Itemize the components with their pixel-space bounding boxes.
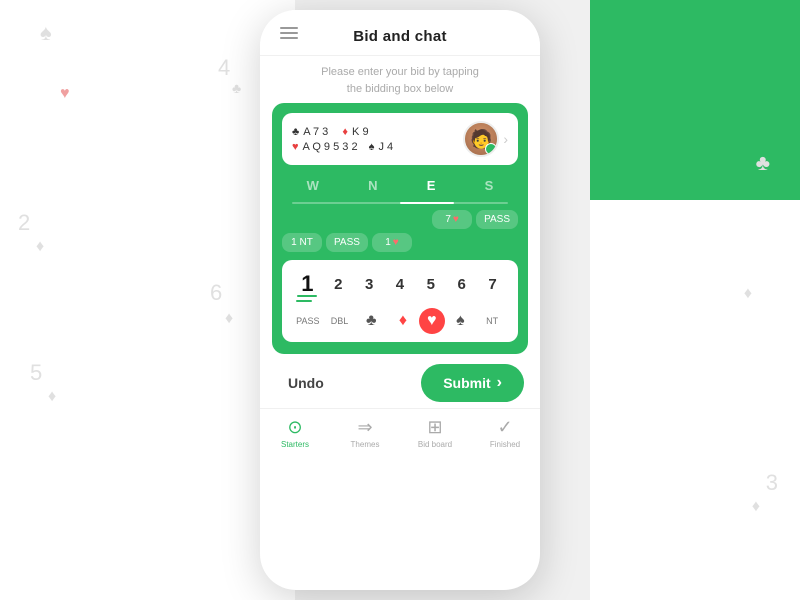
hand-suits: ♣ A 7 3 ♦ K 9 ♥ A Q 9 5 3 2 ♠ J 4 [292,126,393,153]
deco-diamond-r1: ♦ [744,285,752,303]
hand-cards-4: J 4 [378,141,393,153]
tabs-underline [292,202,508,204]
num-btn-1[interactable]: 1 [293,268,321,300]
num-btn-3[interactable]: 3 [355,268,383,300]
num-btn-6[interactable]: 6 [448,268,476,300]
bid-1heart: 1 ♥ [372,233,412,252]
bid-row-1: 7 ♥ PASS [282,210,518,229]
phone-frame: Bid and chat Please enter your bid by ta… [260,10,540,590]
avatar-wrap: 🧑 › [463,121,508,157]
bg-left [0,0,295,600]
finished-icon: ✓ [497,417,512,438]
starters-label: Starters [281,440,309,449]
avatar-online-badge [485,143,497,155]
deco-club-r1: ♣ [756,150,770,176]
bid-board-icon: ⊞ [427,417,442,438]
hand-cards-2: K 9 [352,126,369,138]
suit-nt[interactable]: NT [476,309,508,333]
hand-line-1: ♣ A 7 3 ♦ K 9 [292,126,393,138]
suit-spade[interactable]: ♠ [445,309,477,333]
undo-button[interactable]: Undo [276,369,336,397]
suit-spade-1: ♠ [369,141,375,153]
bid-pass-1: PASS [476,210,518,229]
num-btn-2[interactable]: 2 [324,268,352,300]
chevron-right-icon[interactable]: › [503,131,508,147]
direction-tabs: W N E S [282,175,518,196]
hand-cards-3: A Q 9 5 3 2 [303,141,358,153]
nav-finished[interactable]: ✓ Finished [470,417,540,449]
deco-4-club: ♣ [232,80,241,96]
avatar: 🧑 [463,121,499,157]
bid-1nt: 1 NT [282,233,322,252]
page-title: Bid and chat [353,28,447,45]
suit-diamond[interactable]: ♦ [387,309,419,333]
deco-diamond-br: ♦ [752,498,760,516]
suit-row: PASS DBL ♣ ♦ ♥ ♠ NT [282,306,518,342]
deco-2-l: 2 [18,210,30,236]
deco-5-bot: 5 [30,360,42,386]
starters-icon: ⊙ [287,417,302,438]
suit-club-1: ♣ [292,126,299,138]
themes-label: Themes [351,440,380,449]
subtitle: Please enter your bid by tapping the bid… [260,56,540,103]
hamburger-menu[interactable] [280,27,298,39]
suit-diamond-1: ♦ [342,126,348,138]
tab-east[interactable]: E [419,175,444,196]
numpad: 1 2 3 4 5 6 7 PASS DBL ♣ ♦ ♥ ♠ NT [282,260,518,342]
nav-bid-board[interactable]: ⊞ Bid board [400,417,470,449]
suit-heart[interactable]: ♥ [419,308,445,334]
submit-button[interactable]: Submit › [421,364,524,402]
hand-cards-1: A 7 3 [303,126,328,138]
hand-display: ♣ A 7 3 ♦ K 9 ♥ A Q 9 5 3 2 ♠ J 4 🧑 [282,113,518,165]
bid-7heart: 7 ♥ [432,210,472,229]
hand-line-2: ♥ A Q 9 5 3 2 ♠ J 4 [292,141,393,153]
tabs-active-indicator [400,202,454,204]
bottom-nav: ⊙ Starters ⇒ Themes ⊞ Bid board ✓ Finish… [260,408,540,453]
deco-spade-tl: ♠ [40,20,52,46]
action-row: Undo Submit › [260,354,540,408]
game-area: ♣ A 7 3 ♦ K 9 ♥ A Q 9 5 3 2 ♠ J 4 🧑 [272,103,528,354]
nav-themes[interactable]: ⇒ Themes [330,417,400,449]
deco-4-tr: 4 [218,55,230,81]
num-btn-7[interactable]: 7 [478,268,506,300]
tab-north[interactable]: N [360,175,385,196]
suit-pass[interactable]: PASS [292,309,324,333]
nav-starters[interactable]: ⊙ Starters [260,417,330,449]
deco-3-br: 3 [766,470,778,496]
phone-header: Bid and chat [260,10,540,56]
bid-row-2: 1 NT PASS 1 ♥ [282,233,518,252]
suit-club[interactable]: ♣ [355,309,387,333]
bid-board-label: Bid board [418,440,452,449]
deco-diamond-bot: ♦ [48,388,56,406]
bid-pass-2: PASS [326,233,368,252]
tab-west[interactable]: W [299,175,327,196]
finished-label: Finished [490,440,520,449]
selected-number-indicator [296,300,312,302]
deco-diamond-bl: ♦ [225,310,233,328]
deco-diamond-l2: ♦ [36,238,44,256]
num-btn-5[interactable]: 5 [417,268,445,300]
themes-icon: ⇒ [357,417,372,438]
num-btn-4[interactable]: 4 [386,268,414,300]
tab-south[interactable]: S [477,175,502,196]
suit-heart-1: ♥ [292,141,299,153]
submit-arrow-icon: › [497,374,502,392]
deco-heart-tl: ♥ [60,85,70,103]
suit-dbl[interactable]: DBL [324,309,356,333]
deco-6-bl: 6 [210,280,222,306]
number-row: 1 2 3 4 5 6 7 [282,260,518,304]
